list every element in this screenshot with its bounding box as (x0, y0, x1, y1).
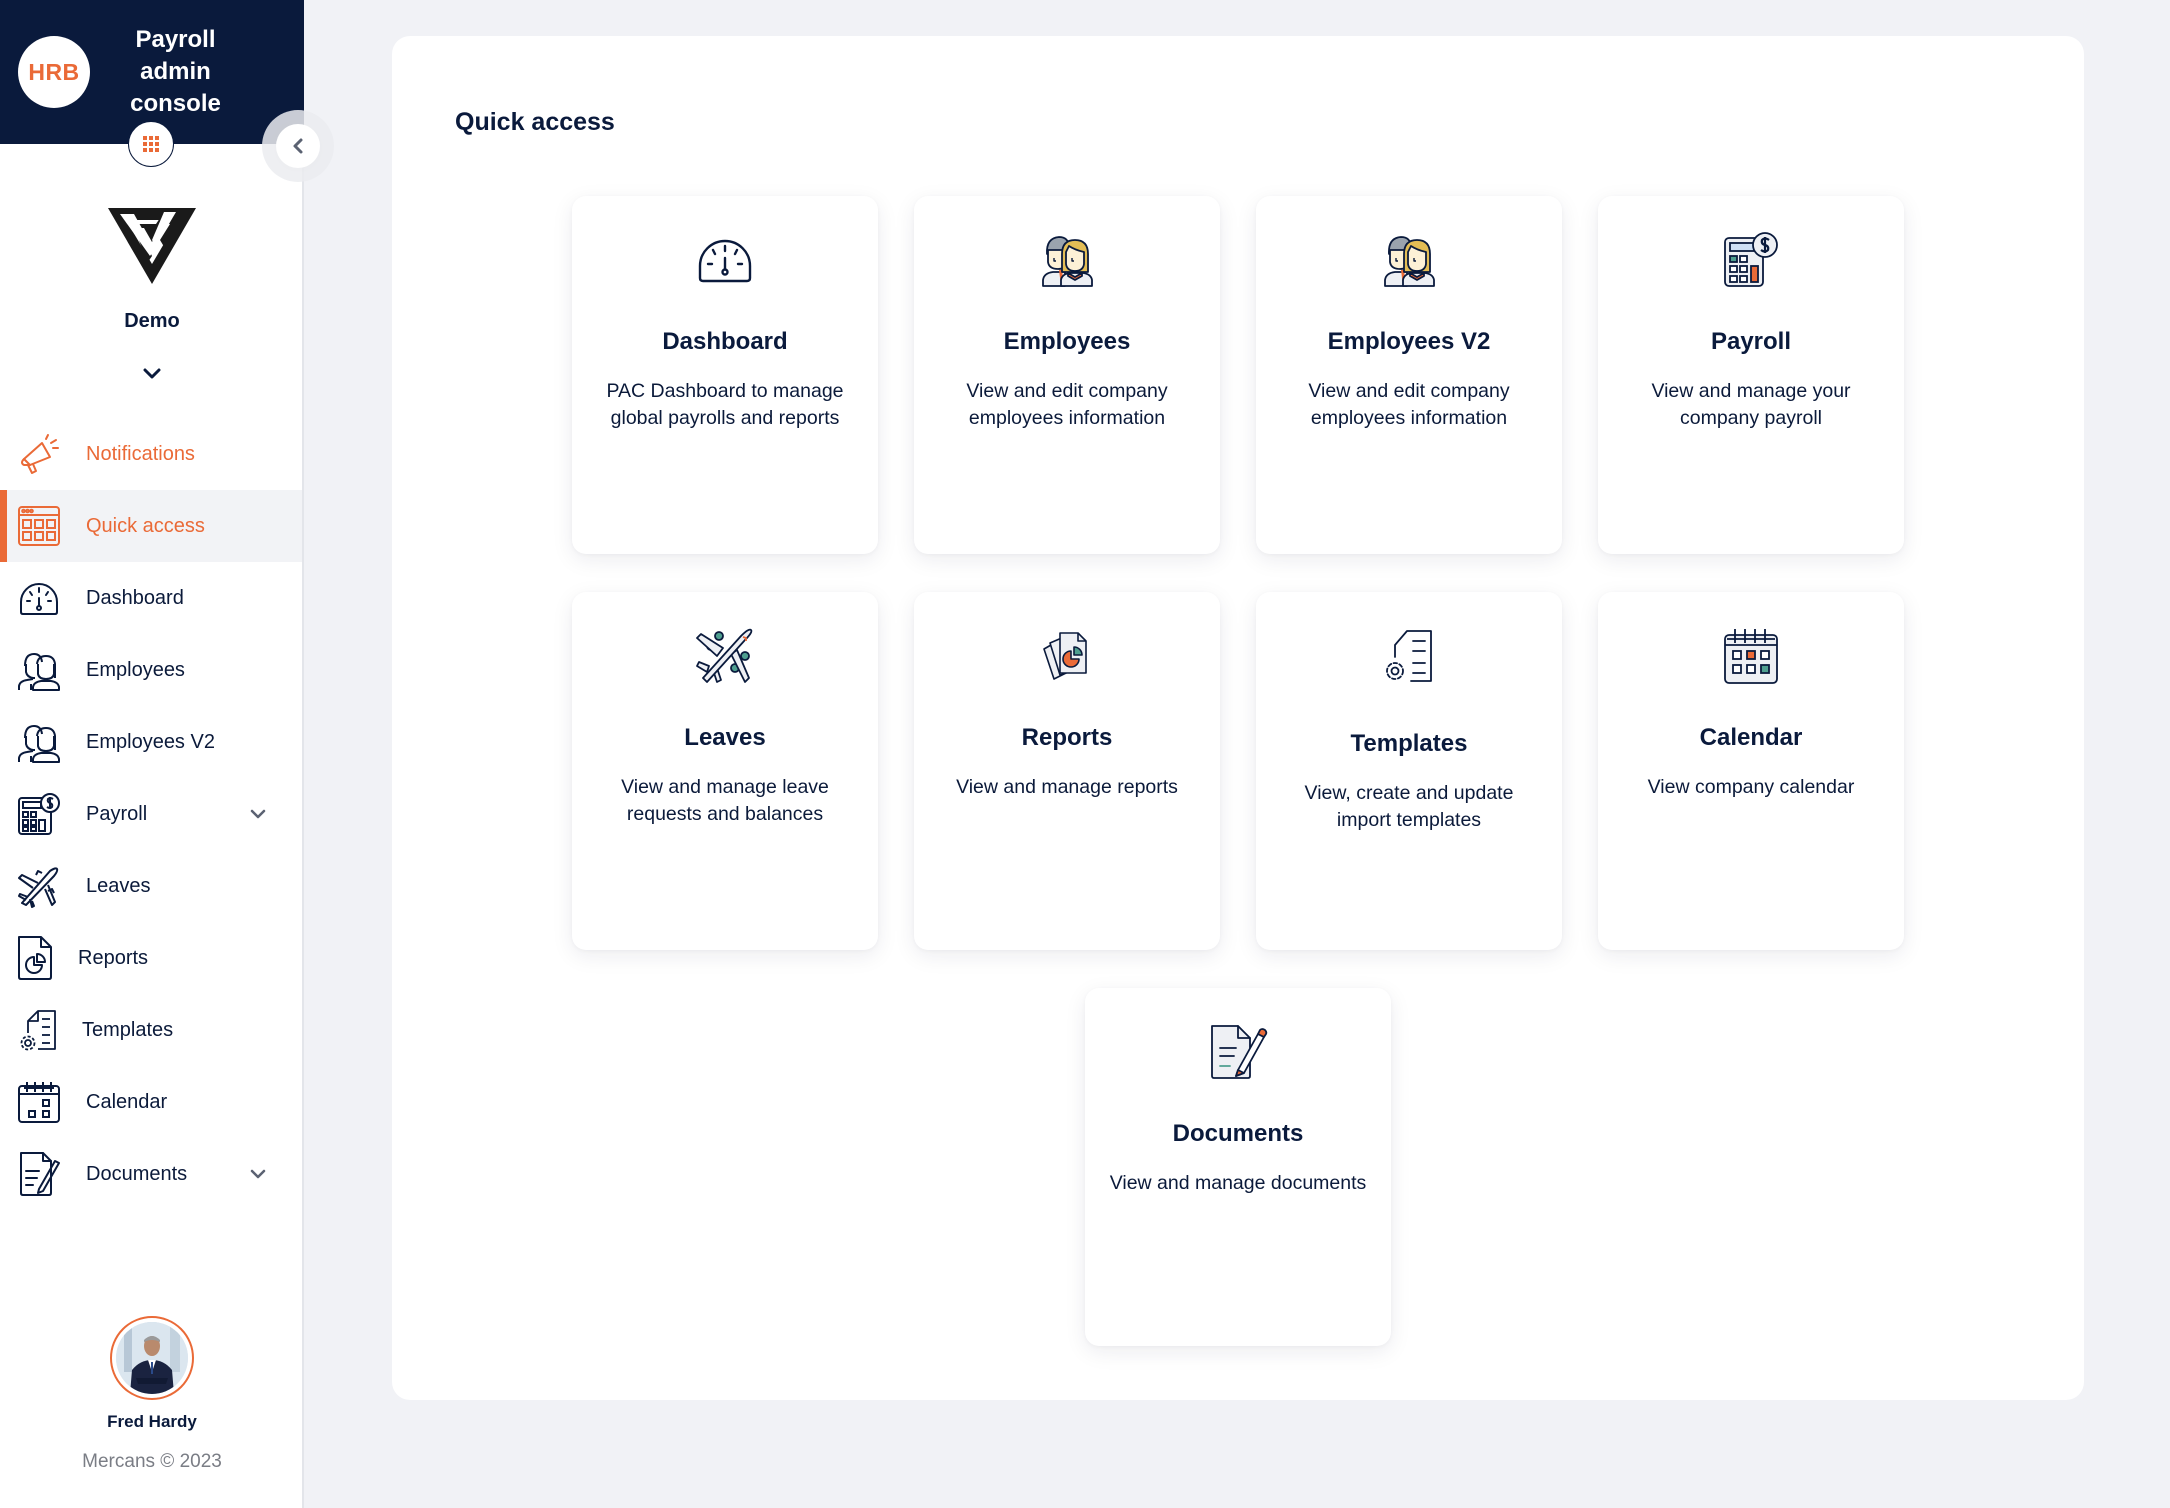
quick-access-panel: Quick access Dashboard PAC Dashboard to … (392, 36, 2084, 1400)
sidebar-item-templates[interactable]: Templates (0, 994, 302, 1066)
sidebar-item-reports[interactable]: Reports (0, 922, 302, 994)
document-edit-icon (16, 1151, 62, 1197)
chevron-down-icon[interactable] (246, 1162, 270, 1186)
employees-icon (1037, 230, 1097, 290)
sidebar-item-leaves[interactable]: Leaves (0, 850, 302, 922)
sidebar-item-dashboard[interactable]: Dashboard (0, 562, 302, 634)
sidebar-item-label: Calendar (86, 1090, 168, 1113)
sidebar-item-label: Reports (78, 946, 149, 969)
page-title: Quick access (455, 108, 615, 136)
card-title: Payroll (1710, 328, 1792, 355)
quick-access-card-employees[interactable]: Employees View and edit company employee… (914, 196, 1220, 554)
card-title: Dashboard (662, 328, 788, 355)
sidebar-item-calendar[interactable]: Calendar (0, 1066, 302, 1138)
employees-icon (16, 719, 62, 765)
gauge-icon (16, 575, 62, 621)
copyright-text: Mercans © 2023 (82, 1451, 222, 1472)
employees-icon (1379, 230, 1439, 290)
collapse-sidebar-button[interactable] (276, 124, 320, 168)
sidebar-item-payroll[interactable]: Payroll (0, 778, 302, 850)
report-pie-icon (1037, 626, 1097, 686)
company-switcher-toggle[interactable] (140, 362, 164, 386)
chevron-down-icon (143, 368, 161, 379)
user-avatar[interactable] (110, 1316, 194, 1400)
company-logo (108, 208, 196, 284)
user-photo (116, 1322, 188, 1394)
card-description: View and manage reports (956, 776, 1178, 798)
quick-access-card-employees-v2[interactable]: Employees V2 View and edit company emplo… (1256, 196, 1562, 554)
hrb-logo[interactable]: HRB (18, 36, 90, 108)
card-description: View and edit company employees informat… (966, 380, 1168, 429)
airplane-icon (16, 863, 62, 909)
sidebar-item-label: Dashboard (86, 586, 184, 609)
sidebar-item-notifications[interactable]: Notifications (0, 418, 302, 490)
card-description: View, create and update import templates (1304, 782, 1514, 831)
quick-access-card-calendar[interactable]: Calendar View company calendar (1598, 592, 1904, 950)
card-description: View and manage documents (1109, 1172, 1367, 1194)
chevron-down-icon[interactable] (246, 802, 270, 826)
card-description: View and manage leave requests and balan… (621, 776, 829, 825)
airplane-icon (695, 626, 755, 686)
calendar-icon (1721, 626, 1781, 686)
gauge-icon (695, 230, 755, 290)
sidebar-nav: Notifications Quick access Dashboard Emp… (0, 418, 302, 1210)
card-title: Calendar (1699, 724, 1803, 751)
card-title: Employees (1003, 328, 1131, 355)
app-title: Payroll admin console (130, 26, 221, 117)
sidebar-item-label: Notifications (86, 442, 195, 465)
card-title: Leaves (684, 724, 766, 751)
sidebar: HRB Payroll admin console Demo Notificat… (0, 0, 304, 1508)
calculator-dollar-icon (16, 791, 62, 837)
sidebar-item-label: Employees (86, 658, 185, 681)
card-title: Employees V2 (1327, 328, 1491, 355)
quick-access-grid-icon (16, 503, 62, 549)
quick-access-card-templates[interactable]: Templates View, create and update import… (1256, 592, 1562, 950)
calendar-icon (16, 1079, 62, 1125)
grid-dots-icon (143, 136, 159, 152)
chevron-left-icon (293, 138, 303, 154)
card-title: Reports (1021, 724, 1113, 751)
sidebar-item-label: Employees V2 (86, 730, 215, 753)
calculator-dollar-icon (1721, 230, 1781, 290)
user-name: Fred Hardy (107, 1412, 197, 1431)
quick-access-card-documents[interactable]: Documents View and manage documents (1085, 988, 1391, 1346)
quick-access-card-dashboard[interactable]: Dashboard PAC Dashboard to manage global… (572, 196, 878, 554)
sidebar-item-documents[interactable]: Documents (0, 1138, 302, 1210)
document-edit-icon (1208, 1022, 1268, 1082)
card-description: PAC Dashboard to manage global payrolls … (606, 380, 844, 429)
sidebar-item-label: Templates (82, 1018, 174, 1041)
quick-access-card-reports[interactable]: Reports View and manage reports (914, 592, 1220, 950)
employees-icon (16, 647, 62, 693)
sidebar-item-quick-access[interactable]: Quick access (0, 490, 302, 562)
card-description: View company calendar (1647, 776, 1855, 798)
megaphone-icon (16, 431, 62, 477)
sidebar-item-label: Leaves (86, 874, 151, 897)
company-name: Demo (124, 310, 180, 332)
sidebar-item-employees-v2[interactable]: Employees V2 (0, 706, 302, 778)
quick-access-card-leaves[interactable]: Leaves View and manage leave requests an… (572, 592, 878, 950)
card-title: Templates (1350, 730, 1468, 757)
card-description: View and manage your company payroll (1651, 380, 1851, 429)
template-gear-icon (16, 1007, 62, 1053)
sidebar-item-label: Quick access (86, 514, 205, 537)
template-gear-icon (1379, 626, 1439, 686)
quick-access-card-payroll[interactable]: Payroll View and manage your company pay… (1598, 196, 1904, 554)
card-description: View and edit company employees informat… (1308, 380, 1510, 429)
card-title: Documents (1172, 1120, 1304, 1147)
apps-menu-button[interactable] (128, 121, 174, 167)
sidebar-item-label: Documents (86, 1162, 188, 1185)
sidebar-item-employees[interactable]: Employees (0, 634, 302, 706)
sidebar-item-label: Payroll (86, 802, 148, 825)
report-pie-icon (12, 935, 58, 981)
